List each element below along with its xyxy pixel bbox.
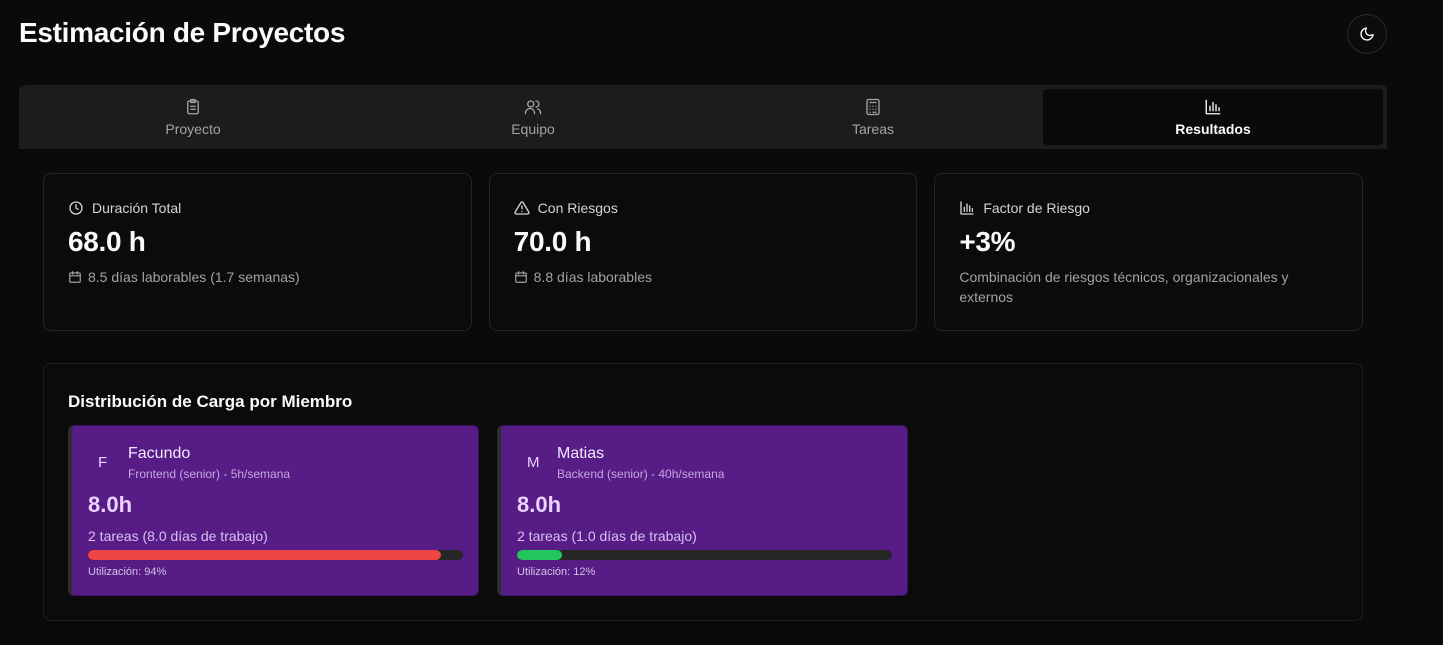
page-title: Estimación de Proyectos xyxy=(19,17,346,48)
header: Estimación de Proyectos xyxy=(19,12,1387,56)
tab-bar: Proyecto Equipo Tareas Resultados xyxy=(19,85,1387,149)
section-title: Distribución de Carga por Miembro xyxy=(68,392,353,411)
tab-label: Resultados xyxy=(1175,120,1251,137)
stat-value: 68.0 h xyxy=(68,226,146,257)
member-name: Matias xyxy=(557,445,605,462)
member-role: Backend (senior) - 40h/semana xyxy=(557,467,725,481)
tab-equipo[interactable]: Equipo xyxy=(363,89,703,145)
member-card-facundo: F Facundo Frontend (senior) - 5h/semana … xyxy=(68,425,479,596)
clock-icon xyxy=(69,201,83,215)
stat-card-factor: Factor de Riesgo +3% Combinación de ries… xyxy=(934,173,1364,331)
member-hours: 8.0h xyxy=(517,492,562,517)
tab-label: Proyecto xyxy=(165,120,221,137)
stat-label: Duración Total xyxy=(92,200,182,216)
utilization-label: Utilización: 12% xyxy=(517,566,596,578)
member-tasks: 2 tareas (8.0 días de trabajo) xyxy=(88,528,268,544)
load-distribution-panel: Distribución de Carga por Miembro F Facu… xyxy=(43,363,1363,621)
bar-chart-icon xyxy=(960,201,975,215)
clipboard-icon xyxy=(187,98,199,114)
tab-proyecto[interactable]: Proyecto xyxy=(23,89,363,145)
tab-tareas[interactable]: Tareas xyxy=(703,89,1043,145)
stat-card-riesgos: Con Riesgos 70.0 h 8.8 días laborables xyxy=(488,173,918,331)
stat-sub: 8.5 días laborables (1.7 semanas) xyxy=(88,269,300,285)
member-tasks: 2 tareas (1.0 días de trabajo) xyxy=(517,528,697,544)
summary-cards: Duración Total 68.0 h 8.5 días laborable… xyxy=(43,173,1364,331)
calendar-icon xyxy=(514,271,527,283)
tab-resultados[interactable]: Resultados xyxy=(1043,89,1383,145)
stat-label: Factor de Riesgo xyxy=(983,200,1090,216)
stat-card-duracion: Duración Total 68.0 h 8.5 días laborable… xyxy=(43,173,472,331)
utilization-bar xyxy=(88,550,463,560)
calendar-icon xyxy=(69,271,81,283)
theme-toggle-button[interactable] xyxy=(1347,14,1387,54)
users-icon xyxy=(524,99,542,114)
utilization-bar xyxy=(517,550,892,560)
member-role: Frontend (senior) - 5h/semana xyxy=(128,467,291,481)
member-name: Facundo xyxy=(128,445,191,462)
avatar: M xyxy=(527,454,540,471)
stat-sub: Combinación de riesgos técnicos, organiz… xyxy=(959,269,1289,305)
member-card-matias: M Matias Backend (senior) - 40h/semana 8… xyxy=(497,425,908,596)
moon-icon xyxy=(1360,27,1374,41)
calculator-icon xyxy=(866,98,880,115)
warning-icon xyxy=(514,201,530,215)
utilization-bar-fill xyxy=(88,550,441,560)
tab-label: Tareas xyxy=(851,120,895,137)
utilization-label: Utilización: 94% xyxy=(88,566,167,578)
stat-value: 70.0 h xyxy=(513,226,592,257)
member-hours: 8.0h xyxy=(88,492,133,517)
tab-label: Equipo xyxy=(511,120,555,137)
stat-sub: 8.8 días laborables xyxy=(533,269,652,285)
stat-label: Con Riesgos xyxy=(537,200,618,216)
utilization-bar-fill xyxy=(517,550,562,560)
bar-chart-icon xyxy=(1205,99,1221,114)
avatar: F xyxy=(98,454,108,471)
stat-value: +3% xyxy=(959,226,1016,257)
